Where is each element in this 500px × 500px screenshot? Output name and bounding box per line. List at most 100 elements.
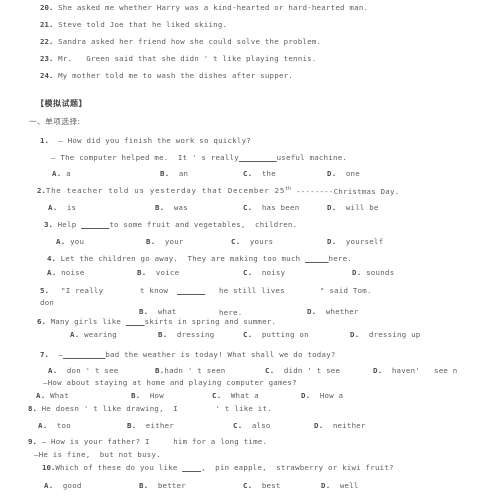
- option-text: well: [339, 481, 359, 490]
- option-label: A.: [36, 391, 46, 400]
- option-label: D.: [321, 481, 331, 490]
- option-label: A.: [56, 237, 66, 246]
- option-7-a[interactable]: A. What: [36, 391, 69, 400]
- question-1-prompt-line2: — The computer helped me. It ' s really_…: [51, 153, 347, 162]
- option-5-d[interactable]: D. whether: [307, 307, 359, 316]
- option-3-a[interactable]: A. you: [56, 237, 84, 246]
- option-6-c[interactable]: C. putting on: [243, 330, 309, 339]
- option-8-c[interactable]: C. also: [233, 421, 271, 430]
- option-10-d[interactable]: D. well: [321, 481, 359, 490]
- option-2-a[interactable]: A. is: [48, 203, 76, 212]
- option-text: one: [345, 169, 360, 178]
- question-5-fragment-he: he still lives: [219, 286, 285, 295]
- answer-blank: _________: [63, 350, 106, 359]
- option-6-d[interactable]: D. dressing up: [350, 330, 421, 339]
- option-label: C.: [243, 481, 253, 490]
- option-8-b[interactable]: B. either: [127, 421, 174, 430]
- question-number: 6.: [37, 317, 46, 326]
- option-10-b[interactable]: B. better: [139, 481, 186, 490]
- question-text-pre: — The computer helped me. It ' s really: [51, 153, 239, 162]
- option-3-c[interactable]: C. yours: [231, 237, 273, 246]
- option-label: C.: [243, 203, 253, 212]
- option-7-b[interactable]: B. How: [131, 391, 164, 400]
- option-2-c[interactable]: C. has been: [243, 203, 299, 212]
- option-6-b[interactable]: B. dressing: [158, 330, 214, 339]
- list-item: 24. My mother told me to wash the dishes…: [40, 71, 293, 80]
- option-text: What a: [230, 391, 260, 400]
- option-text: a: [66, 169, 71, 178]
- question-7-prompt: 7. —_________bad the weather is today! W…: [40, 350, 336, 359]
- option-text: haven': [391, 366, 421, 375]
- item-text: Sandra asked her friend how she could so…: [58, 37, 322, 46]
- question-7-stray-line: —How about staying at home and playing c…: [43, 378, 297, 387]
- option-text: best: [261, 481, 281, 490]
- option-text: noise: [61, 268, 85, 277]
- option-2-d[interactable]: D. will be: [327, 203, 379, 212]
- answer-blank: ______: [177, 286, 206, 295]
- question-5-number: 5.: [40, 286, 49, 295]
- option-1-d[interactable]: D. one: [327, 169, 360, 178]
- option-text: voice: [155, 268, 180, 277]
- question-number: 1.: [40, 136, 49, 145]
- list-item: 22. Sandra asked her friend how she coul…: [40, 37, 321, 46]
- question-text-post: ' t like it.: [215, 404, 272, 413]
- question-5-fragment-quote: "I really: [61, 286, 104, 295]
- question-9-prompt: 9. — How is your father? I him for a lon…: [28, 437, 267, 446]
- question-10-prompt: 10.Which of these do you like ____, pin …: [42, 463, 394, 472]
- option-7-d[interactable]: D. How a: [301, 391, 343, 400]
- list-item: 20. She asked me whether Harry was a kin…: [40, 3, 368, 12]
- option-text: your: [164, 237, 184, 246]
- question-9-prompt-line2: —He is fine, but not busy.: [34, 450, 161, 459]
- question-number: 7.: [40, 350, 49, 359]
- option-text: sounds: [366, 268, 395, 277]
- option-4-a[interactable]: A. noise: [47, 268, 85, 277]
- option-8-a[interactable]: A. too: [38, 421, 71, 430]
- option-1-c[interactable]: C. the: [243, 169, 276, 178]
- option-6-a[interactable]: A. wearing: [70, 330, 117, 339]
- option-label: A.: [44, 481, 54, 490]
- item-number: 21.: [40, 20, 54, 29]
- option-5-b[interactable]: B. what: [139, 307, 177, 316]
- item-text: My mother told me to wash the dishes aft…: [58, 71, 294, 80]
- option-8-d[interactable]: D. neither: [314, 421, 366, 430]
- option-4-c[interactable]: C. noisy: [243, 268, 285, 277]
- question-text: — How did you finish the work so quickly…: [58, 136, 251, 145]
- option-text: also: [251, 421, 271, 430]
- option-text: wearing: [84, 330, 118, 339]
- option-text: dressing: [176, 330, 215, 339]
- question-text-pre: The teacher told us yesterday that Decem…: [45, 186, 286, 195]
- question-text-pre: — How is your father? I: [41, 437, 150, 446]
- option-3-b[interactable]: B. your: [146, 237, 184, 246]
- option-label: C.: [212, 391, 222, 400]
- option-7-stray-d[interactable]: D. haven': [373, 366, 420, 375]
- document-page: 20. She asked me whether Harry was a kin…: [0, 0, 500, 500]
- option-3-d[interactable]: D. yourself: [327, 237, 383, 246]
- option-label: A.: [52, 169, 62, 178]
- option-label: D.: [373, 366, 383, 375]
- option-7-stray-b[interactable]: B.hadn ' t seen: [155, 366, 226, 375]
- question-gap: [150, 437, 174, 446]
- option-1-b[interactable]: B. an: [160, 169, 188, 178]
- option-10-c[interactable]: C. best: [243, 481, 281, 490]
- option-4-d[interactable]: D. sounds: [352, 268, 394, 277]
- option-7-stray-a[interactable]: A. don ' t see: [48, 366, 119, 375]
- option-1-a[interactable]: A. a: [52, 169, 71, 178]
- option-text: either: [145, 421, 175, 430]
- option-label: D.: [301, 391, 311, 400]
- option-4-b[interactable]: B. voice: [137, 268, 179, 277]
- option-text: neither: [332, 421, 366, 430]
- option-label: A.: [70, 330, 80, 339]
- option-label: B.: [155, 203, 165, 212]
- question-5-fragment-don: don: [40, 298, 55, 307]
- option-2-b[interactable]: B. was: [155, 203, 188, 212]
- option-text: whether: [325, 307, 359, 316]
- question-5-fragment-said: " said Tom.: [320, 286, 372, 295]
- question-text-pre: Many girls like: [50, 317, 122, 326]
- option-7-stray-c[interactable]: C. didn ' t see: [265, 366, 340, 375]
- option-label: B.: [158, 330, 168, 339]
- option-label: D.: [327, 203, 337, 212]
- list-item: 23. Mr. Green said that she didn ' t lik…: [40, 54, 317, 63]
- option-10-a[interactable]: A. good: [44, 481, 82, 490]
- option-7-c[interactable]: C. What a: [212, 391, 259, 400]
- option-text: putting on: [261, 330, 309, 339]
